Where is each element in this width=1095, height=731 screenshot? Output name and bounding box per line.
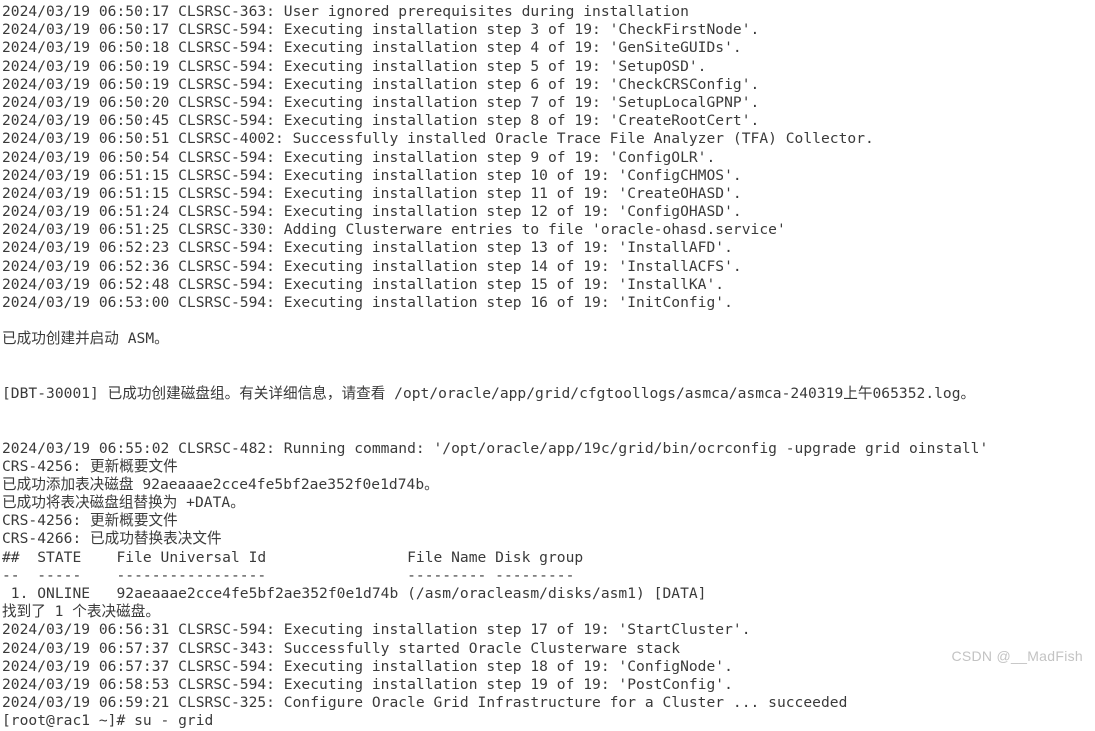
terminal-line: 2024/03/19 06:50:20 CLSRSC-594: Executin… (2, 93, 760, 111)
terminal-line: 2024/03/19 06:57:37 CLSRSC-343: Successf… (2, 639, 681, 657)
terminal-line: -- ----- ----------------- --------- ---… (2, 566, 575, 584)
terminal-line: 2024/03/19 06:50:19 CLSRSC-594: Executin… (2, 75, 760, 93)
terminal-line: 已成功添加表决磁盘 92aeaaae2cce4fe5bf2ae352f0e1d7… (2, 475, 439, 493)
terminal-line: CRS-4266: 已成功替换表决文件 (2, 530, 222, 548)
terminal-line: 找到了 1 个表决磁盘。 (2, 603, 160, 621)
terminal-output-pane[interactable]: 2024/03/19 06:50:17 CLSRSC-363: User ign… (0, 0, 1095, 729)
terminal-line: 2024/03/19 06:52:36 CLSRSC-594: Executin… (2, 257, 742, 275)
terminal-line: 2024/03/19 06:50:54 CLSRSC-594: Executin… (2, 148, 716, 166)
terminal-line: [root@rac1 ~]# su - grid (2, 712, 214, 730)
terminal-line: 已成功将表决磁盘组替换为 +DATA。 (2, 494, 245, 512)
terminal-line: 2024/03/19 06:58:53 CLSRSC-594: Executin… (2, 675, 733, 693)
terminal-line: 2024/03/19 06:50:18 CLSRSC-594: Executin… (2, 39, 742, 57)
terminal-line: 2024/03/19 06:50:17 CLSRSC-594: Executin… (2, 21, 760, 39)
terminal-line: 2024/03/19 06:53:00 CLSRSC-594: Executin… (2, 294, 733, 311)
terminal-line-list: 2024/03/19 06:50:17 CLSRSC-363: User ign… (2, 3, 1095, 731)
terminal-line: 1. ONLINE 92aeaaae2cce4fe5bf2ae352f0e1d7… (2, 585, 707, 602)
terminal-line: CRS-4256: 更新概要文件 (2, 512, 178, 530)
terminal-line: 2024/03/19 06:50:45 CLSRSC-594: Executin… (2, 112, 760, 130)
terminal-line: 已成功创建并启动 ASM。 (2, 330, 169, 348)
terminal-line: 2024/03/19 06:56:31 CLSRSC-594: Executin… (2, 621, 751, 639)
terminal-line: 2024/03/19 06:50:19 CLSRSC-594: Executin… (2, 57, 707, 75)
terminal-line: 2024/03/19 06:51:24 CLSRSC-594: Executin… (2, 203, 742, 221)
terminal-line: 2024/03/19 06:51:15 CLSRSC-594: Executin… (2, 184, 742, 202)
terminal-line: 2024/03/19 06:50:51 CLSRSC-4002: Success… (2, 130, 874, 148)
terminal-line: CRS-4256: 更新概要文件 (2, 457, 178, 475)
csdn-watermark: CSDN @__MadFish (951, 648, 1083, 664)
terminal-line: 2024/03/19 06:51:25 CLSRSC-330: Adding C… (2, 221, 786, 239)
terminal-line: 2024/03/19 06:55:02 CLSRSC-482: Running … (2, 439, 989, 457)
terminal-line: 2024/03/19 06:57:37 CLSRSC-594: Executin… (2, 657, 733, 675)
terminal-line: 2024/03/19 06:52:48 CLSRSC-594: Executin… (2, 275, 725, 293)
terminal-line: 2024/03/19 06:50:17 CLSRSC-363: User ign… (2, 3, 689, 20)
terminal-line: [DBT-30001] 已成功创建磁盘组。有关详细信息，请查看 /opt/ora… (2, 384, 976, 402)
terminal-line: 2024/03/19 06:59:21 CLSRSC-325: Configur… (2, 694, 848, 712)
terminal-line: ## STATE File Universal Id File Name Dis… (2, 548, 584, 566)
terminal-line: 2024/03/19 06:51:15 CLSRSC-594: Executin… (2, 166, 742, 184)
terminal-line: 2024/03/19 06:52:23 CLSRSC-594: Executin… (2, 239, 733, 257)
